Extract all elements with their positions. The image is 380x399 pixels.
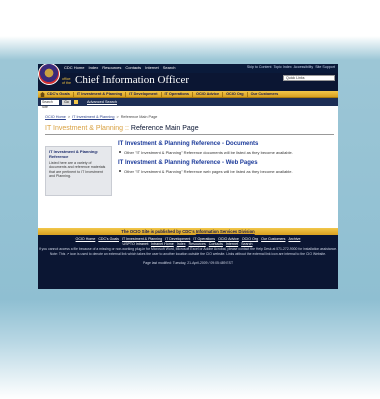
nav-separator [246, 91, 248, 97]
nav-cdc-goals[interactable]: CDC's Goals [47, 92, 70, 96]
agency-seal-logo[interactable] [38, 64, 60, 85]
nav-separator [125, 91, 127, 97]
footer-plugin-note: If you cannot access a file because of a… [38, 247, 338, 251]
page-title-main: Reference Main Page [130, 125, 199, 132]
nav-our-customers[interactable]: Our Customers [251, 92, 279, 96]
top-nav-contacts[interactable]: Contacts [125, 65, 141, 70]
nav-separator [160, 91, 162, 97]
top-nav-index[interactable]: Index [88, 65, 98, 70]
nav-separator [191, 91, 193, 97]
main-nav: CDC's Goals IT Investment & Planning IT … [38, 91, 338, 98]
footer-link-our-customers[interactable]: Our Customers [261, 237, 285, 241]
top-nav-search[interactable]: Search [163, 65, 176, 70]
page-title-prefix: IT Investment & Planning [45, 125, 124, 132]
documents-section: IT Investment & Planning Reference - Doc… [118, 141, 332, 155]
footer-link-intranet-home[interactable]: Intranet Home [151, 242, 174, 246]
isd-link[interactable]: Information Services Division [196, 229, 255, 234]
nav-it-investment[interactable]: IT Investment & Planning [77, 92, 122, 96]
documents-heading: IT Investment & Planning Reference - Doc… [118, 141, 259, 147]
footer-link-internet[interactable]: Internet [226, 242, 238, 246]
footer-link-resources[interactable]: Resources [189, 242, 206, 246]
documents-bullet: Other "IT Investment & Planning" Referen… [118, 150, 332, 155]
site-support-link[interactable]: Site Support [315, 65, 335, 69]
web-pages-bullet: Other "IT Investment & Planning" Referen… [118, 169, 332, 174]
breadcrumb-current: Reference Main Page [120, 115, 158, 119]
footer-link-contacts[interactable]: Contacts [209, 242, 223, 246]
footer-link-ocio-home[interactable]: OCIO Home [76, 237, 96, 241]
nav-ocio-org[interactable]: OCIO Org [226, 92, 244, 96]
footer-link-archive[interactable]: Archive [288, 237, 300, 241]
top-nav-internet[interactable]: Internet [145, 65, 159, 70]
search-go-button[interactable]: Go [62, 99, 71, 105]
footer-link-it-investment[interactable]: IT Investment & Planning [122, 237, 162, 241]
banner-office-of-the: office of the [62, 77, 71, 85]
skip-to-content-link[interactable]: Skip to Content [247, 65, 272, 69]
footer-intranet-label: USPTO Intranet: [122, 242, 149, 246]
sidebox-text: Listed here are a variety of documents a… [49, 161, 106, 179]
breadcrumb-ocio-home[interactable]: OCIO Home [45, 115, 66, 119]
footer-link-ocio-org[interactable]: OCIO Org [242, 237, 258, 241]
nav-separator [72, 91, 74, 97]
top-nav: CDC Home Index Resources Contacts Intern… [64, 65, 175, 70]
home-icon[interactable] [40, 92, 45, 97]
breadcrumb-separator: > [116, 115, 119, 119]
quick-links-select[interactable]: Quick Links [283, 75, 335, 81]
web-pages-section: IT Investment & Planning Reference - Web… [118, 160, 332, 174]
advanced-search-link[interactable]: Advanced Search [87, 100, 117, 104]
search-input[interactable]: Search Site [41, 99, 59, 109]
footer-external-link-note: Note: This ↗ icon is used to denote an e… [49, 251, 327, 256]
nav-it-operations[interactable]: IT Operations [165, 92, 189, 96]
breadcrumb-it-investment[interactable]: IT Investment & Planning [72, 115, 114, 119]
nav-separator [222, 91, 224, 97]
nav-ocio-advice[interactable]: OCIO Advice [196, 92, 219, 96]
top-nav-home[interactable]: CDC Home [64, 65, 84, 70]
web-pages-heading: IT Investment & Planning Reference - Web… [118, 160, 258, 166]
footer-link-index[interactable]: Index [177, 242, 186, 246]
accessibility-link[interactable]: Accessibility [294, 65, 314, 69]
breadcrumb-separator: > [67, 115, 71, 119]
footer-last-modified: Page last modified: Tuesday, 21-April-20… [142, 261, 234, 265]
topic-index-link[interactable]: Topic Index [273, 65, 291, 69]
footer-link-it-development[interactable]: IT Development [165, 237, 190, 241]
footer-link-cdc-goals[interactable]: CDC's Goals [98, 237, 119, 241]
advanced-search-icon [74, 100, 78, 104]
footer-link-ocio-advice[interactable]: OCIO Advice [218, 237, 239, 241]
footer: OCIO Home CDC's Goals IT Investment & Pl… [38, 235, 338, 289]
banner: office of the Chief Information Officer … [38, 73, 338, 91]
footer-link-search[interactable]: Search [241, 242, 252, 246]
published-by-bar: The OCIO Site is published by CDC's Info… [38, 228, 338, 235]
nav-it-development[interactable]: IT Development [129, 92, 157, 96]
footer-link-it-operations[interactable]: IT Operations [193, 237, 215, 241]
page-title: IT Investment & Planning :: Reference Ma… [45, 125, 199, 132]
title-divider [45, 134, 334, 135]
page-title-separator: :: [125, 125, 129, 132]
sidebox-title: IT Investment & Planning: Reference [49, 149, 99, 159]
utility-links: Skip to Content Topic Index Accessibilit… [247, 65, 335, 69]
top-nav-resources[interactable]: Resources [102, 65, 121, 70]
reference-sidebox: IT Investment & Planning: Reference List… [45, 146, 112, 196]
search-row: Search Site Go Advanced Search [38, 98, 338, 109]
published-by-text: The OCIO Site is published by CDC's [121, 229, 195, 234]
breadcrumb: OCIO Home > IT Investment & Planning > R… [45, 115, 157, 119]
banner-title: Chief Information Officer [75, 74, 190, 86]
top-utility-bar: CDC Home Index Resources Contacts Intern… [38, 64, 338, 85]
